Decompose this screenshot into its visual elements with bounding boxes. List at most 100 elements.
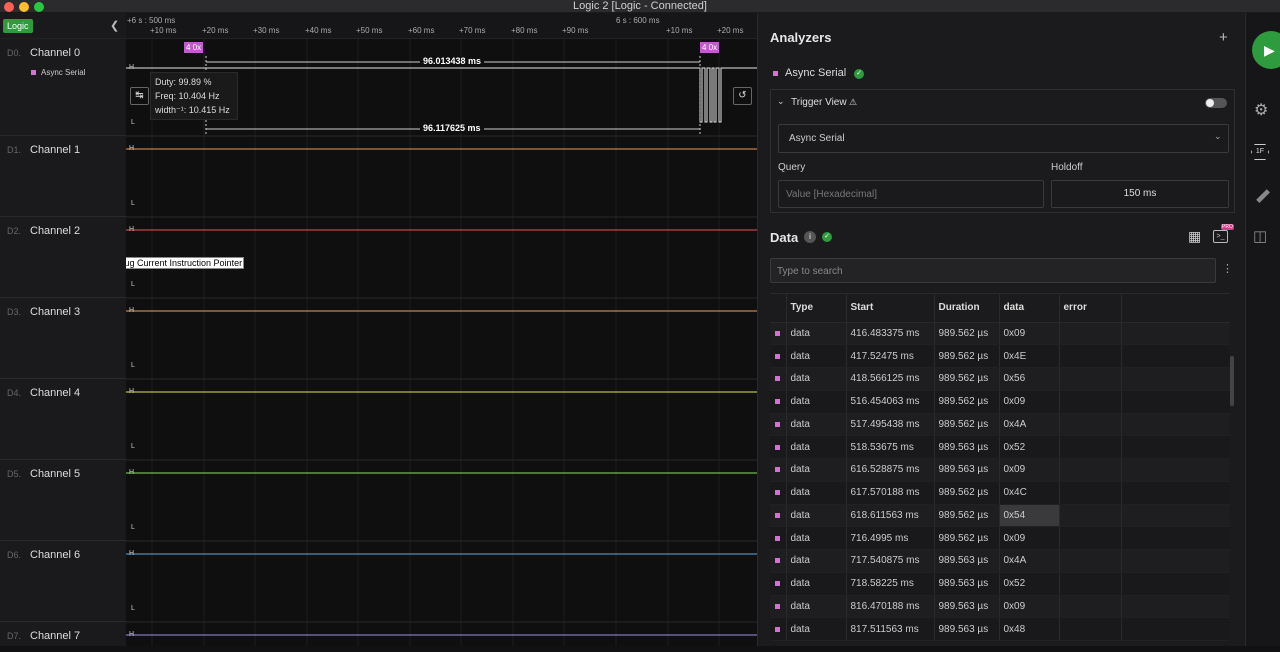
ruler-tick: +50 ms (356, 26, 383, 35)
channel-row[interactable]: D7. Channel 7 (0, 622, 126, 652)
channel-analyzer-label[interactable]: Async Serial (41, 68, 85, 77)
cell-data: 0x48 (999, 617, 1060, 641)
column-header[interactable]: error (1059, 294, 1122, 323)
ruler-icon[interactable]: ▬ (1250, 183, 1273, 206)
channel-row[interactable]: D4. Channel 4 (0, 379, 126, 460)
more-options-icon[interactable]: ⋮ (1222, 262, 1233, 275)
column-header[interactable]: Type (786, 294, 847, 323)
channel-id: D7. (7, 631, 22, 641)
table-scrollbar[interactable] (1230, 356, 1234, 406)
logic-device-tab[interactable]: Logic (3, 19, 33, 33)
duty-readout: Duty: 99.89 % (155, 77, 212, 87)
cell-type: data (786, 572, 847, 596)
cell-start: 617.570188 ms (846, 481, 935, 505)
channel-name: Channel 2 (30, 225, 81, 237)
data-table-container[interactable]: Type Start Duration data error data 416.4… (770, 293, 1230, 646)
terminal-view-icon[interactable]: >_ (1213, 230, 1228, 243)
ruler-tick: +60 ms (408, 26, 435, 35)
channel-name: Channel 1 (30, 144, 81, 156)
cell-start: 616.528875 ms (846, 458, 935, 482)
timing-marker-left[interactable]: 4 0x (184, 42, 204, 53)
channel-row[interactable]: D0. Channel 0 Async Serial (0, 39, 126, 136)
column-header[interactable]: Duration (934, 294, 1000, 323)
collapse-chevron-icon[interactable]: ❮ (110, 19, 119, 32)
table-row[interactable]: data 416.483375 ms 989.562 µs 0x09 (770, 322, 1230, 346)
channel-id: D5. (7, 469, 22, 479)
ruler-left-label: +6 s : 500 ms (127, 16, 176, 25)
channel-row[interactable]: D1. Channel 1 (0, 136, 126, 217)
channel-name: Channel 4 (30, 387, 81, 399)
warning-icon: ⚠ (849, 97, 858, 107)
cell-data: 0x09 (999, 595, 1060, 619)
time-ruler[interactable]: +6 s : 500 ms 6 s : 600 ms +10 ms +20 ms… (126, 13, 757, 39)
table-row[interactable]: data 817.511563 ms 989.563 µs 0x48 (770, 617, 1230, 641)
analyzers-heading: Analyzers (770, 30, 832, 45)
search-input[interactable]: Type to search (770, 258, 1216, 283)
channel-row[interactable]: D3. Channel 3 (0, 298, 126, 379)
annotation-label[interactable]: Debug Current Instruction Pointer (126, 257, 245, 269)
cell-type: data (786, 481, 847, 505)
waveform-area[interactable]: H L H L H L H L H L H L H L H 4 0x 4 0x … (126, 39, 757, 646)
column-header[interactable]: Start (846, 294, 935, 323)
analyzers-panel: Analyzers + Async Serial ✓ ⌄ Trigger Vie… (757, 13, 1245, 646)
ruler-tick: +40 ms (305, 26, 332, 35)
low-level-label: L (131, 524, 135, 531)
trigger-analyzer-select[interactable]: Async Serial ⌄ (778, 124, 1229, 153)
channel-row[interactable]: D6. Channel 6 (0, 541, 126, 622)
ruler-tick: +80 ms (511, 26, 538, 35)
ruler-tick: +10 ms (150, 26, 177, 35)
add-analyzer-icon[interactable]: + (1219, 29, 1228, 46)
cell-data: 0x52 (999, 572, 1060, 596)
sliders-icon[interactable]: ⚙ (1254, 100, 1268, 120)
cell-duration: 989.562 µs (934, 526, 1000, 550)
table-row[interactable]: data 618.611563 ms 989.562 µs 0x54 (770, 504, 1230, 528)
cell-start: 717.540875 ms (846, 549, 935, 573)
channel-row[interactable]: D2. Channel 2 (0, 217, 126, 298)
channel-name: Channel 5 (30, 468, 81, 480)
next-edge-icon[interactable]: ↺ (733, 87, 752, 105)
table-row[interactable]: data 417.52475 ms 989.562 µs 0x4E (770, 344, 1230, 368)
extensions-icon[interactable]: ◫ (1253, 227, 1267, 245)
search-placeholder: Type to search (777, 266, 843, 277)
table-view-icon[interactable]: ▦ (1188, 228, 1201, 245)
table-row[interactable]: data 616.528875 ms 989.563 µs 0x09 (770, 458, 1230, 482)
cell-error (1059, 344, 1122, 368)
cell-error (1059, 526, 1122, 550)
channel-row[interactable]: D5. Channel 5 (0, 460, 126, 541)
column-header[interactable]: data (999, 294, 1060, 323)
row-color-icon (770, 367, 787, 391)
table-row[interactable]: data 517.495438 ms 989.562 µs 0x4A (770, 413, 1230, 437)
cell-type: data (786, 504, 847, 528)
table-row[interactable]: data 816.470188 ms 989.563 µs 0x09 (770, 595, 1230, 619)
cell-start: 816.470188 ms (846, 595, 935, 619)
table-row[interactable]: data 518.53675 ms 989.563 µs 0x52 (770, 435, 1230, 459)
window-title: Logic 2 [Logic - Connected] (573, 0, 707, 12)
cell-duration: 989.562 µs (934, 390, 1000, 414)
cell-error (1059, 504, 1122, 528)
row-color-icon (770, 322, 787, 346)
table-row[interactable]: data 418.566125 ms 989.562 µs 0x56 (770, 367, 1230, 391)
table-row[interactable]: data 617.570188 ms 989.562 µs 0x4C (770, 481, 1230, 505)
info-icon[interactable]: i (804, 231, 816, 243)
cell-duration: 989.562 µs (934, 344, 1000, 368)
table-row[interactable]: data 516.454063 ms 989.562 µs 0x09 (770, 390, 1230, 414)
channel-name: Channel 3 (30, 306, 81, 318)
analyzer-name[interactable]: Async Serial (785, 67, 846, 79)
table-row[interactable]: data 717.540875 ms 989.563 µs 0x4A (770, 549, 1230, 573)
trigger-toggle[interactable] (1205, 98, 1227, 108)
table-row[interactable]: data 716.4995 ms 989.562 µs 0x09 (770, 526, 1230, 550)
timing-marker-right[interactable]: 4 0x (700, 42, 720, 53)
chevron-down-icon[interactable]: ⌄ (777, 96, 785, 107)
cell-error (1059, 435, 1122, 459)
table-row[interactable]: data 718.58225 ms 989.563 µs 0x52 (770, 572, 1230, 596)
channel-id: D1. (7, 145, 22, 155)
prev-edge-icon[interactable]: ↹ (130, 87, 149, 105)
ruler-right-label: 6 s : 600 ms (616, 16, 660, 25)
cell-duration: 989.562 µs (934, 367, 1000, 391)
trigger-view-label[interactable]: Trigger View (791, 97, 847, 108)
row-color-icon (770, 572, 787, 596)
play-icon[interactable]: ▶ (1252, 31, 1280, 69)
1f-hex-icon[interactable]: 1F (1251, 144, 1269, 160)
holdoff-input[interactable]: 150 ms (1051, 180, 1229, 208)
query-input[interactable]: Value [Hexadecimal] (778, 180, 1044, 208)
